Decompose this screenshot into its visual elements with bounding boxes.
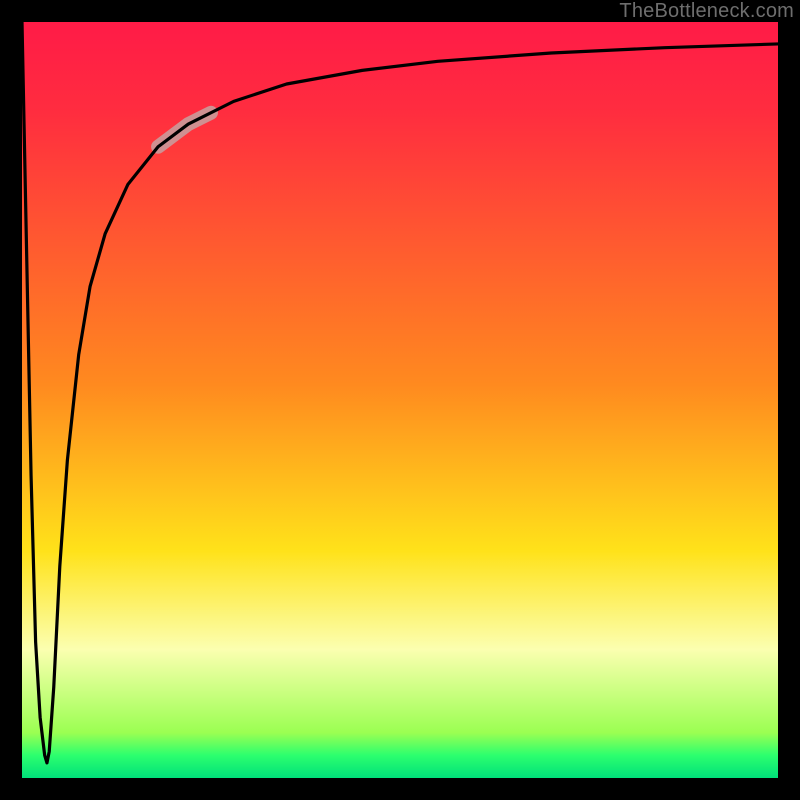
curve-layer bbox=[22, 22, 778, 778]
plot-area bbox=[22, 22, 778, 778]
bottleneck-curve bbox=[22, 22, 778, 763]
chart-frame: TheBottleneck.com bbox=[0, 0, 800, 800]
watermark-text: TheBottleneck.com bbox=[619, 0, 794, 23]
